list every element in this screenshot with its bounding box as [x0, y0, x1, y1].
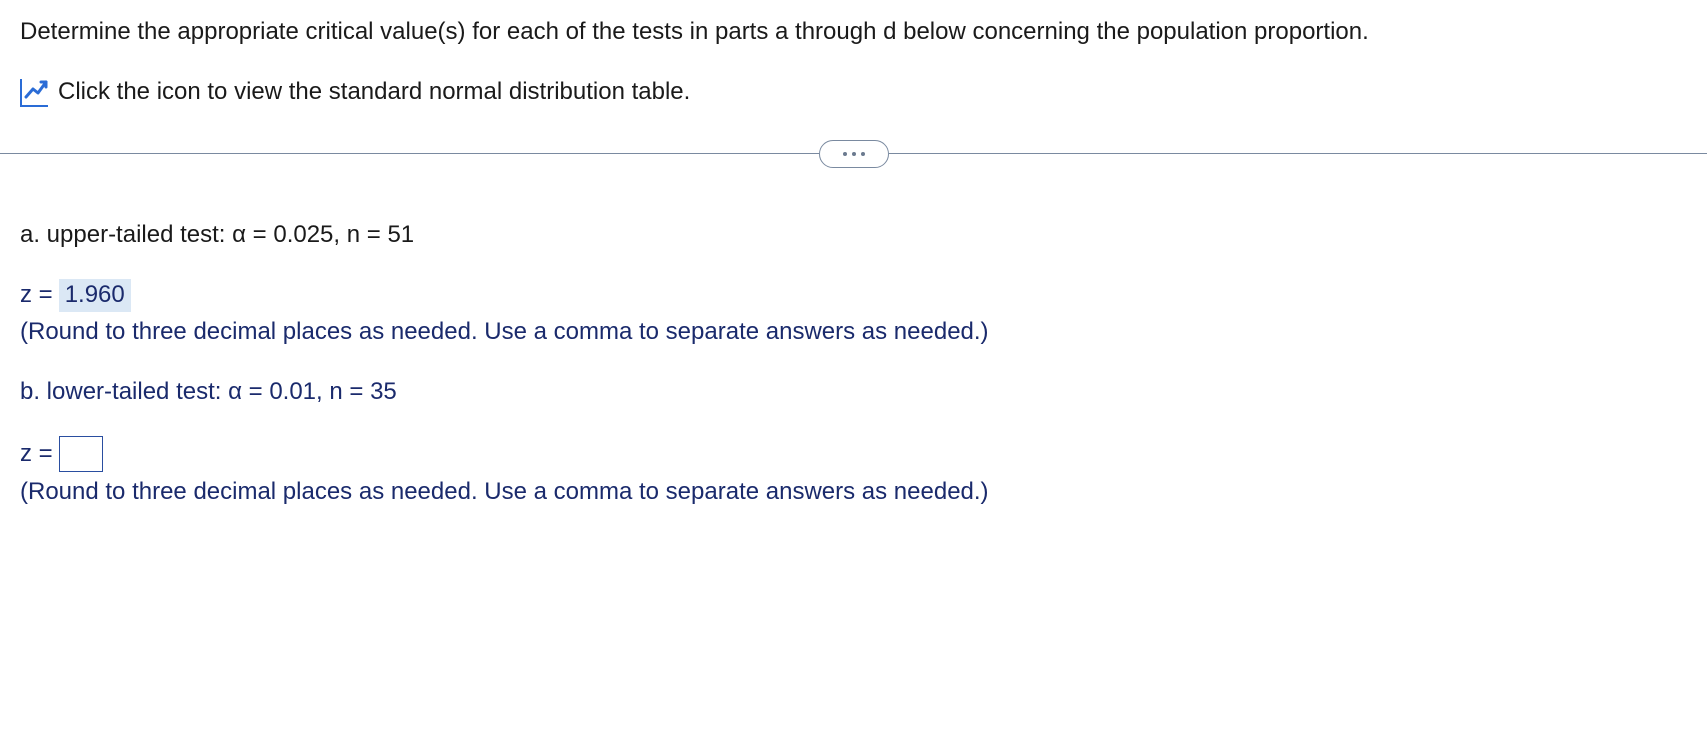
ellipsis-icon [861, 152, 865, 156]
part-a-title: a. upper-tailed test: α = 0.025, n = 51 [20, 219, 1687, 251]
divider-line-left [0, 153, 819, 154]
question-intro: Determine the appropriate critical value… [20, 16, 1687, 48]
reference-link-text[interactable]: Click the icon to view the standard norm… [58, 76, 690, 108]
z-equals-label: z = [20, 438, 53, 470]
part-b-title: b. lower-tailed test: α = 0.01, n = 35 [20, 376, 1687, 408]
part-a: a. upper-tailed test: α = 0.025, n = 51 … [20, 219, 1687, 348]
reference-link-row: Click the icon to view the standard norm… [20, 76, 1687, 108]
section-divider [0, 139, 1707, 169]
chart-icon[interactable] [20, 79, 48, 107]
part-b-answer-line: z = [20, 436, 1687, 472]
part-b-hint: (Round to three decimal places as needed… [20, 476, 1687, 508]
divider-line-right [889, 153, 1707, 154]
line-chart-icon [24, 79, 48, 103]
part-b: b. lower-tailed test: α = 0.01, n = 35 z… [20, 376, 1687, 509]
ellipsis-icon [843, 152, 847, 156]
part-a-hint: (Round to three decimal places as needed… [20, 316, 1687, 348]
z-equals-label: z = [20, 279, 53, 311]
expand-pill-button[interactable] [819, 140, 889, 168]
part-a-z-value[interactable]: 1.960 [59, 279, 131, 311]
part-b-z-input[interactable] [59, 436, 103, 472]
part-a-answer-line: z = 1.960 [20, 279, 1687, 311]
ellipsis-icon [852, 152, 856, 156]
